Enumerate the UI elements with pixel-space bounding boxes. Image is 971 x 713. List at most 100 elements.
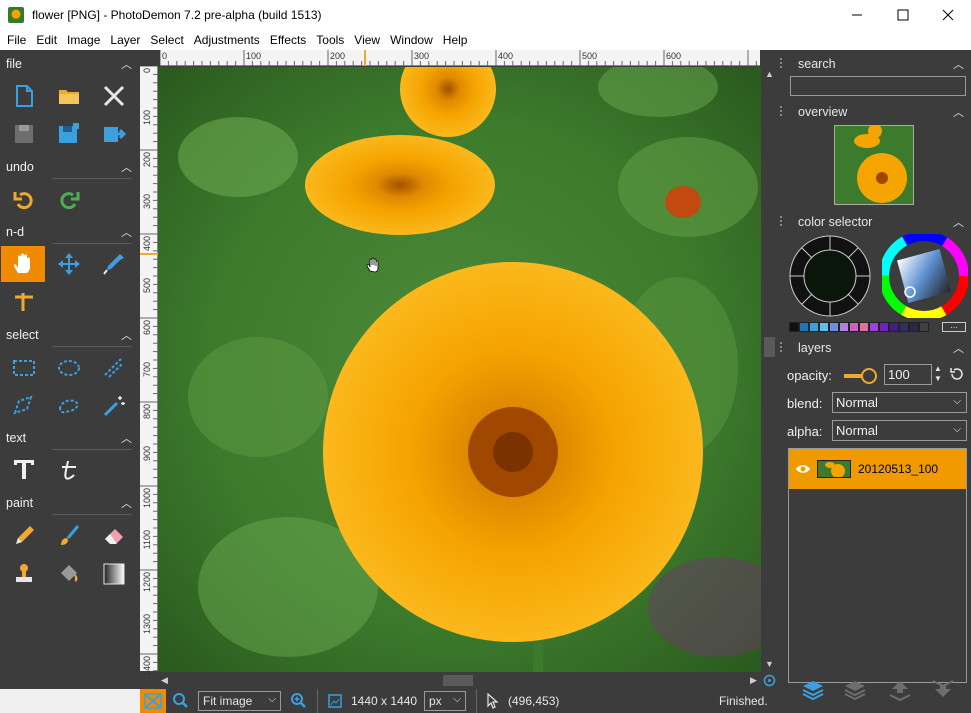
undo-button[interactable] — [2, 182, 46, 218]
palette-swatch[interactable] — [849, 322, 859, 332]
horizontal-scrollbar[interactable]: ◀ ▶ — [158, 672, 761, 689]
opacity-spinner[interactable]: ▲ ▼ — [934, 364, 944, 385]
palette-swatch[interactable] — [859, 322, 869, 332]
open-image-button[interactable] — [47, 78, 91, 114]
palette-swatch[interactable] — [829, 322, 839, 332]
save-as-button[interactable] — [47, 116, 91, 152]
opacity-slider[interactable] — [842, 367, 878, 385]
panel-grip[interactable] — [780, 342, 786, 352]
close-button[interactable] — [925, 0, 971, 30]
paintbrush-tool[interactable] — [47, 518, 91, 554]
zoom-select[interactable]: Fit image ⌵ — [198, 691, 281, 711]
layer-item[interactable]: 20120513_100 — [789, 449, 966, 489]
redo-button[interactable] — [47, 182, 91, 218]
scroll-down-icon[interactable]: ▼ — [765, 659, 774, 669]
gradient-tool[interactable] — [92, 556, 136, 592]
search-input[interactable] — [790, 76, 966, 96]
palette-swatch[interactable] — [889, 322, 899, 332]
palette-swatch[interactable] — [919, 322, 929, 332]
measure-tool[interactable] — [2, 284, 46, 320]
maximize-button[interactable] — [880, 0, 926, 30]
vertical-scrollbar[interactable]: ▲ ▼ — [761, 67, 778, 672]
more-colors-button[interactable]: … — [942, 322, 966, 332]
delete-layer-button[interactable] — [840, 675, 870, 705]
scroll-right-icon[interactable]: ▶ — [750, 675, 757, 686]
eraser-tool[interactable] — [92, 518, 136, 554]
panel-grip[interactable] — [780, 216, 786, 226]
lasso-select-tool[interactable] — [47, 388, 91, 424]
line-select-tool[interactable] — [92, 350, 136, 386]
polygon-select-tool[interactable] — [2, 388, 46, 424]
palette-swatch[interactable] — [809, 322, 819, 332]
scroll-thumb[interactable] — [764, 337, 775, 357]
toolbox-section-text[interactable]: text ︿ — [0, 428, 140, 450]
palette-swatch[interactable] — [819, 322, 829, 332]
toolbox-section-paint[interactable]: paint ︿ — [0, 493, 140, 515]
layers-panel-header[interactable]: layers ︿ — [788, 339, 968, 357]
palette-swatch[interactable] — [869, 322, 879, 332]
move-layer-up-button[interactable] — [885, 675, 915, 705]
layer-list[interactable]: 20120513_100 — [788, 448, 967, 683]
menu-edit[interactable]: Edit — [31, 33, 62, 47]
palette-swatch[interactable] — [839, 322, 849, 332]
palette-swatch[interactable] — [799, 322, 809, 332]
fit-window-button[interactable] — [140, 689, 166, 713]
magic-wand-tool[interactable] — [92, 388, 136, 424]
palette-swatch[interactable] — [879, 322, 889, 332]
export-button[interactable] — [92, 116, 136, 152]
reset-opacity-button[interactable] — [948, 366, 964, 382]
menu-adjustments[interactable]: Adjustments — [189, 33, 265, 47]
zoom-in-button[interactable] — [288, 691, 308, 711]
palette-swatch[interactable] — [899, 322, 909, 332]
basic-text-tool[interactable] — [2, 452, 46, 488]
toolbox-section-select[interactable]: select ︿ — [0, 325, 140, 347]
fill-tool[interactable] — [47, 556, 91, 592]
center-image-button[interactable] — [761, 672, 778, 689]
toolbox-section-undo[interactable]: undo ︿ — [0, 157, 140, 179]
add-layer-button[interactable] — [798, 675, 828, 705]
overview-thumbnail[interactable] — [834, 125, 914, 205]
recent-colors-wheel[interactable] — [788, 234, 872, 318]
clone-stamp-tool[interactable] — [2, 556, 46, 592]
toolbox-section-file[interactable]: file ︿ — [0, 54, 140, 74]
rect-select-tool[interactable] — [2, 350, 46, 386]
zoom-out-button[interactable] — [170, 691, 190, 711]
typography-tool[interactable] — [47, 452, 91, 488]
save-button[interactable] — [2, 116, 46, 152]
menu-tools[interactable]: Tools — [311, 33, 349, 47]
opacity-input[interactable]: 100 — [884, 364, 932, 385]
toolbox-section-nd[interactable]: n-d ︿ — [0, 222, 140, 244]
unit-select[interactable]: px ⌵ — [424, 691, 466, 711]
scroll-thumb[interactable] — [443, 675, 473, 686]
menu-image[interactable]: Image — [62, 33, 105, 47]
image-canvas[interactable] — [158, 67, 761, 672]
ellipse-select-tool[interactable] — [47, 350, 91, 386]
panel-grip[interactable] — [780, 106, 786, 116]
menu-file[interactable]: File — [2, 33, 31, 47]
visibility-toggle[interactable] — [795, 462, 811, 476]
blend-mode-select[interactable]: Normal ⌵ — [832, 392, 967, 413]
menu-layer[interactable]: Layer — [105, 33, 145, 47]
scroll-left-icon[interactable]: ◀ — [161, 675, 168, 686]
menu-select[interactable]: Select — [145, 33, 188, 47]
move-layer-down-button[interactable] — [928, 675, 958, 705]
scroll-up-icon[interactable]: ▲ — [765, 69, 774, 79]
color-palette[interactable] — [789, 322, 929, 332]
palette-swatch[interactable] — [789, 322, 799, 332]
color-picker-tool[interactable] — [92, 246, 136, 282]
pencil-tool[interactable] — [2, 518, 46, 554]
overview-panel-header[interactable]: overview ︿ — [788, 103, 968, 121]
panel-grip[interactable] — [780, 58, 786, 68]
menu-window[interactable]: Window — [385, 33, 438, 47]
menu-view[interactable]: View — [349, 33, 385, 47]
alpha-mode-select[interactable]: Normal ⌵ — [832, 420, 967, 441]
menu-help[interactable]: Help — [438, 33, 473, 47]
color-selector-panel-header[interactable]: color selector ︿ — [788, 213, 968, 231]
close-image-button[interactable] — [92, 78, 136, 114]
menu-effects[interactable]: Effects — [265, 33, 311, 47]
hand-tool[interactable] — [1, 246, 45, 282]
color-wheel[interactable] — [879, 231, 969, 321]
move-tool[interactable] — [47, 246, 91, 282]
search-panel-header[interactable]: search ︿ — [788, 55, 968, 73]
minimize-button[interactable] — [834, 0, 880, 30]
